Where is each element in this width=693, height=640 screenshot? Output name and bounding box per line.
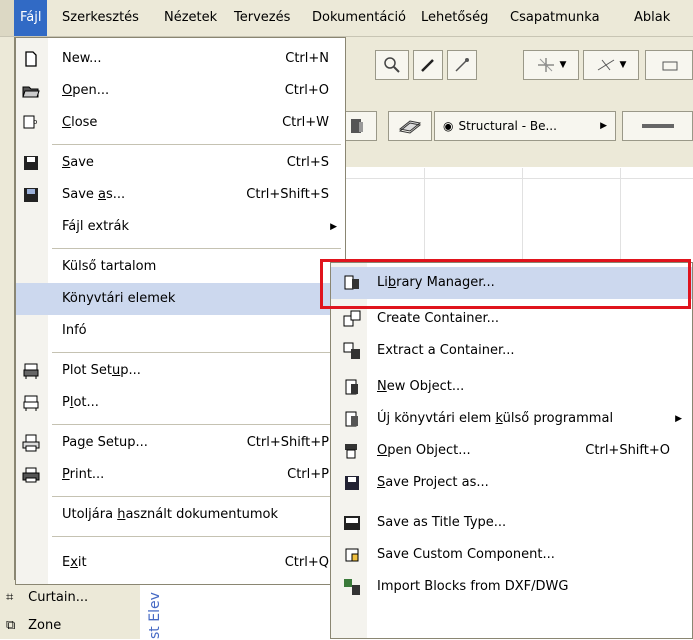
guide-dropdown[interactable]: ▼ (583, 50, 639, 80)
toolbox-strip (0, 37, 15, 639)
menu-ablak[interactable]: Ablak (628, 0, 676, 36)
menu-item-konyvtari-elemek[interactable]: Könyvtári elemek ▶ (16, 283, 345, 315)
toolbox-item-curtain[interactable]: ⌗ Curtain... (6, 584, 88, 612)
menu-item-open[interactable]: Open... Ctrl+O (16, 75, 345, 107)
zone-icon: ⧉ (6, 618, 16, 633)
menu-item-recent-documents[interactable]: Utoljára használt dokumentumok ▶ (16, 499, 345, 531)
plot-setup-icon (23, 363, 39, 379)
title-type-icon (344, 516, 360, 530)
menu-tervezes[interactable]: Tervezés (228, 0, 296, 36)
custom-component-icon (345, 548, 359, 562)
page-setup-icon (22, 434, 40, 452)
open-object-icon (345, 444, 357, 459)
menu-lehetoseg[interactable]: Lehetőség (415, 0, 494, 36)
menu-item-kulso-tartalom[interactable]: Külső tartalom ▶ (16, 251, 345, 283)
extract-container-icon (343, 342, 360, 359)
menu-fajl[interactable]: Fájl (14, 0, 48, 36)
save-as-icon (24, 188, 38, 202)
menu-item-save[interactable]: Save Ctrl+S (16, 147, 345, 179)
library-manager-icon (344, 275, 359, 290)
new-object-icon (345, 379, 358, 395)
save-project-icon (345, 476, 359, 490)
toolbox-panel: ⌗ Curtain... ⧉ Zone (0, 580, 140, 639)
menu-csapatmunka[interactable]: Csapatmunka (504, 0, 606, 36)
eye-icon: ◉ (443, 119, 454, 133)
plotter-icon (23, 395, 39, 411)
inject-icon[interactable] (447, 50, 477, 80)
external-object-icon (345, 411, 358, 427)
menu-item-plot[interactable]: Plot... (16, 387, 345, 419)
svg-text:o: o (33, 118, 37, 126)
line-type-button[interactable] (622, 111, 693, 141)
menu-item-close[interactable]: o Close Ctrl+W (16, 107, 345, 139)
submenu-item-create-container[interactable]: Create Container... (331, 303, 692, 335)
submenu-item-import-blocks[interactable]: Import Blocks from DXF/DWG (331, 571, 692, 603)
find-select-icon[interactable] (375, 50, 409, 80)
submenu-item-save-project-as[interactable]: Save Project as... (331, 467, 692, 499)
menu-item-exit[interactable]: Exit Ctrl+Q (16, 547, 345, 579)
dimension-icon[interactable] (645, 50, 693, 80)
create-container-icon (343, 310, 361, 327)
submenu-item-open-object[interactable]: Open Object... Ctrl+Shift+O (331, 435, 692, 467)
menu-szerkesztes[interactable]: Szerkesztés (56, 0, 145, 36)
menu-dokumentacio[interactable]: Dokumentáció (306, 0, 412, 36)
menu-item-save-as[interactable]: Save as... Ctrl+Shift+S (16, 179, 345, 211)
menu-bar: Fájl Szerkesztés Nézetek Tervezés Dokume… (0, 0, 693, 37)
submenu-item-external-program[interactable]: Új könyvtári elem külső programmal ▶ (331, 403, 692, 435)
toolbox-item-zone[interactable]: ⧉ Zone (6, 612, 61, 640)
submenu-item-save-custom-component[interactable]: Save Custom Component... (331, 539, 692, 571)
submenu-arrow-icon: ▶ (675, 414, 682, 424)
layer-icon[interactable] (388, 111, 432, 141)
menu-nezetek[interactable]: Nézetek (158, 0, 223, 36)
close-document-icon: o (23, 115, 37, 129)
toolbar-row: ▼ ▼ (345, 46, 693, 90)
import-dxf-icon (344, 579, 360, 595)
printer-icon (22, 467, 40, 483)
curtain-wall-icon: ⌗ (6, 590, 14, 605)
app-icon[interactable] (0, 0, 15, 36)
menu-item-page-setup[interactable]: Page Setup... Ctrl+Shift+P (16, 427, 345, 459)
submenu-item-library-manager[interactable]: Library Manager... (331, 267, 692, 299)
eyedropper-icon[interactable] (413, 50, 443, 80)
structural-view-button[interactable]: ◉ Structural - Be... ▶ (434, 111, 616, 141)
menu-item-new[interactable]: New... Ctrl+N (16, 43, 345, 75)
save-icon (24, 156, 38, 170)
new-document-icon (25, 51, 37, 67)
snap-dropdown[interactable]: ▼ (523, 50, 579, 80)
open-folder-icon (22, 86, 40, 98)
elevation-label: st Elev (147, 592, 163, 639)
menu-item-plot-setup[interactable]: Plot Setup... (16, 355, 345, 387)
submenu-item-save-title-type[interactable]: Save as Title Type... (331, 507, 692, 539)
menu-item-fajl-extrak[interactable]: Fájl extrák ▶ (16, 211, 345, 243)
submenu-arrow-icon: ▶ (330, 222, 337, 232)
menu-item-print[interactable]: Print... Ctrl+P (16, 459, 345, 491)
submenu-item-new-object[interactable]: New Object... (331, 371, 692, 403)
file-menu: New... Ctrl+N Open... Ctrl+O o Close Ctr… (15, 37, 346, 585)
library-submenu: Library Manager... Create Container... E… (330, 262, 693, 639)
submenu-item-extract-container[interactable]: Extract a Container... (331, 335, 692, 367)
menu-item-info[interactable]: Infó ▶ (16, 315, 345, 347)
